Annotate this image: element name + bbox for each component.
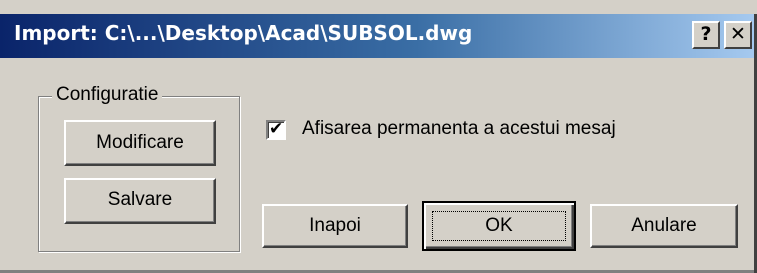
- focus-rectangle: [432, 211, 566, 241]
- cancel-button[interactable]: Anulare: [590, 204, 738, 248]
- back-button-label: Inapoi: [309, 215, 361, 236]
- save-button-label: Salvare: [107, 189, 173, 210]
- import-dialog: Import: C:\...\Desktop\Acad\SUBSOL.dwg ?…: [0, 0, 757, 273]
- help-button[interactable]: ?: [692, 21, 720, 49]
- back-button[interactable]: Inapoi: [262, 204, 408, 248]
- checkmark-icon: ✔: [269, 119, 284, 139]
- save-button[interactable]: Salvare: [64, 178, 216, 224]
- modify-button[interactable]: Modificare: [64, 120, 216, 166]
- title-bar[interactable]: Import: C:\...\Desktop\Acad\SUBSOL.dwg ?…: [0, 14, 757, 58]
- help-icon: ?: [700, 23, 712, 45]
- always-show-label[interactable]: Afisarea permanenta a acestui mesaj: [302, 118, 616, 140]
- configuration-group-label: Configuratie: [52, 84, 163, 106]
- always-show-checkbox[interactable]: ✔: [266, 119, 286, 140]
- modify-button-label: Modificare: [96, 132, 184, 153]
- cancel-button-label: Anulare: [631, 215, 697, 236]
- ok-button[interactable]: OK: [422, 201, 576, 251]
- close-icon: ✕: [730, 23, 746, 45]
- window-title: Import: C:\...\Desktop\Acad\SUBSOL.dwg: [14, 21, 473, 45]
- close-button[interactable]: ✕: [724, 21, 752, 49]
